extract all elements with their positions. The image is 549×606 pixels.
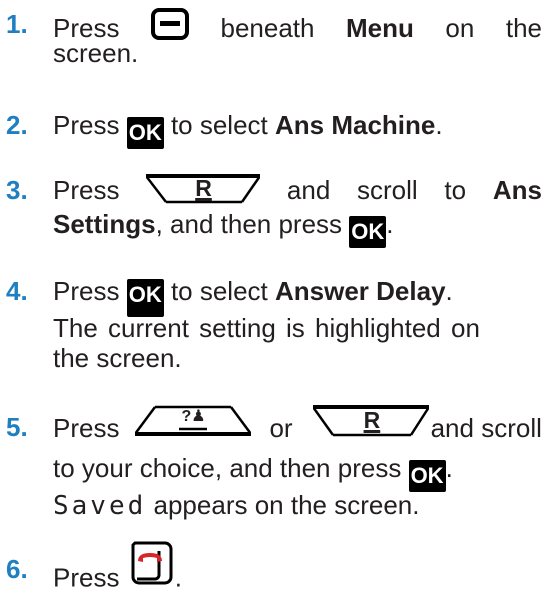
step-text: Press bbox=[53, 562, 120, 593]
step-text: . bbox=[435, 110, 443, 140]
step-2-line-1: Press OK to select Ans Machine. bbox=[53, 109, 443, 149]
step-5-line-3: Saved appears on the screen. bbox=[53, 489, 419, 522]
note-text: The current setting is highlighted on bbox=[53, 313, 480, 343]
step-text: Press bbox=[53, 110, 120, 140]
right-soft-key-icon: R bbox=[146, 174, 261, 206]
step-text: . bbox=[445, 276, 453, 306]
step-3-line-1: Press R and scroll to Ans bbox=[53, 174, 542, 206]
saved-display-text: Saved bbox=[53, 491, 147, 521]
step-4-note-line-1: The current setting is highlighted on bbox=[53, 312, 542, 344]
step-1-line-2: screen. bbox=[53, 37, 138, 69]
step-text: to bbox=[444, 175, 467, 205]
step-text: and bbox=[286, 175, 331, 205]
step-number: 2. bbox=[6, 110, 28, 140]
step-text: to select bbox=[170, 110, 268, 140]
step-3-line-2: Settings, and then press OK. bbox=[53, 208, 394, 248]
ans-machine-label: Ans Machine bbox=[275, 110, 436, 140]
key-label: R bbox=[363, 407, 381, 433]
note-text: the screen. bbox=[53, 343, 182, 373]
step-number: 1. bbox=[6, 9, 28, 39]
step-text: Press bbox=[53, 276, 120, 306]
step-number: 6. bbox=[6, 554, 28, 584]
right-soft-key-icon: R bbox=[312, 405, 429, 439]
ok-key-icon: OK bbox=[126, 117, 164, 149]
step-text: or bbox=[269, 413, 293, 443]
step-number: 4. bbox=[6, 276, 28, 306]
end-call-key-icon bbox=[129, 539, 175, 592]
step-text: to your choice, and then press bbox=[53, 453, 402, 483]
answer-delay-label: Answer Delay bbox=[275, 276, 446, 306]
step-5-line-2: to your choice, and then press OK. bbox=[53, 452, 453, 492]
step-text: to select bbox=[170, 276, 268, 306]
menu-label: Menu bbox=[346, 12, 414, 43]
step-5-line-1: Press ?♟ or R and scroll bbox=[53, 405, 542, 445]
step-text: screen. bbox=[53, 38, 139, 68]
step-number: 5. bbox=[6, 412, 28, 442]
key-label: R bbox=[195, 175, 212, 201]
step-6-line-1: Press . bbox=[53, 541, 182, 606]
step-4-line-1: Press OK to select Answer Delay. bbox=[53, 275, 453, 317]
ok-key-icon: OK bbox=[349, 216, 387, 248]
step-text: Press bbox=[53, 413, 120, 443]
left-soft-key-contacts-icon: ?♟ bbox=[135, 403, 252, 437]
step-text: appears on the screen. bbox=[153, 490, 420, 520]
step-text: . bbox=[445, 453, 453, 483]
step-text: . bbox=[174, 562, 182, 593]
ok-key-icon: OK bbox=[408, 460, 446, 492]
settings-label: Settings bbox=[53, 209, 156, 239]
step-4-note-line-2: the screen. bbox=[53, 342, 182, 374]
step-text: the bbox=[505, 12, 542, 43]
step-text: . bbox=[386, 209, 394, 239]
step-text: and scroll bbox=[430, 413, 542, 443]
contacts-key-label: ?♟ bbox=[181, 408, 206, 425]
step-text: Press bbox=[53, 175, 120, 205]
ans-label: Ans bbox=[492, 175, 542, 205]
step-text: scroll bbox=[357, 175, 418, 205]
step-text: on bbox=[445, 12, 475, 43]
step-number: 3. bbox=[6, 175, 28, 205]
step-text: , and then press bbox=[155, 209, 343, 239]
soft-key-minus-icon bbox=[150, 8, 189, 47]
step-text: beneath bbox=[220, 12, 315, 43]
